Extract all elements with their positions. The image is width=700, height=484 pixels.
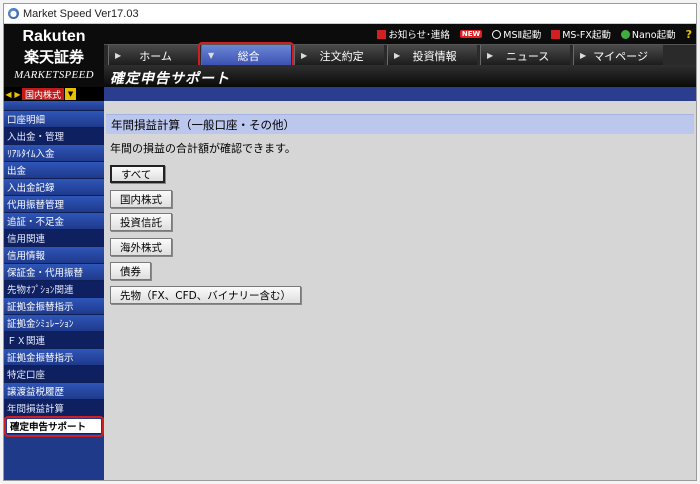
filter-investment-trust-button[interactable]: 投資信託 xyxy=(110,213,172,231)
market-select[interactable]: 国内株式 xyxy=(22,88,65,101)
sidebar-item-futures-margin-transfer[interactable]: 証拠金振替指示 xyxy=(4,298,104,315)
section-header: 年間損益計算（一般口座・その他） xyxy=(106,114,694,134)
ms2-launch-button[interactable]: MSⅡ起動 xyxy=(492,27,541,41)
chevron-right-icon: ▶ xyxy=(487,51,494,60)
notice-icon xyxy=(377,29,387,39)
brand-product-text: MARKETSPEED xyxy=(14,69,94,81)
main-content: 年間損益計算（一般口座・その他） 年間の損益の合計額が確認できます。 すべて 国… xyxy=(104,101,696,480)
tab-investment-info[interactable]: ▶ 投資情報 xyxy=(387,45,477,66)
sidebar-item-partial xyxy=(4,101,104,111)
sidebar-item-realtime-deposit[interactable]: ﾘｱﾙﾀｲﾑ入金 xyxy=(4,145,104,162)
sidebar-item-credit-info[interactable]: 信用情報 xyxy=(4,247,104,264)
tab-news[interactable]: ▶ ニュース xyxy=(480,45,570,66)
chevron-right-icon: ▶ xyxy=(301,51,308,60)
filter-all-button[interactable]: すべて xyxy=(110,165,165,183)
sidebar-item-capital-gains-history[interactable]: 譲渡益税履歴 xyxy=(4,383,104,400)
brand-kanji-text: 楽天証券 xyxy=(23,48,84,66)
tab-mypage[interactable]: ▶ マイページ xyxy=(573,45,663,66)
nano-icon xyxy=(620,29,630,39)
chevron-right-icon: ▶ xyxy=(115,51,122,60)
app-window: ● Market Speed Ver17.03 Rakuten 楽天証券 MAR… xyxy=(3,3,697,481)
chevron-down-icon: ▼ xyxy=(208,51,215,60)
filter-bond-button[interactable]: 債券 xyxy=(110,262,151,280)
sidebar-item-tax-return-support[interactable]: 確定申告サポート xyxy=(4,416,104,437)
sidebar-item-margin-call[interactable]: 追証・不足金 xyxy=(4,213,104,230)
tab-sogo[interactable]: ▼ 総合 xyxy=(198,42,294,69)
section-description: 年間の損益の合計額が確認できます。 xyxy=(110,142,296,155)
chevron-right-icon: ▶ xyxy=(394,51,401,60)
sidebar-header-credit: 信用関連 xyxy=(4,230,104,247)
page-banner: 確定申告サポート xyxy=(104,65,696,87)
sidebar-header-deposit: 入出金・管理 xyxy=(4,128,104,145)
title-bar: ● Market Speed Ver17.03 xyxy=(4,4,696,24)
section-title: 年間損益計算（一般口座・その他） xyxy=(111,117,295,132)
app-icon: ● xyxy=(8,8,19,19)
msfx-launch-button[interactable]: MS-FX起動 xyxy=(551,27,611,41)
chevron-down-icon[interactable]: ▼ xyxy=(65,88,77,100)
page-title: 確定申告サポート xyxy=(110,71,230,87)
notice-link[interactable]: お知らせ･連絡 xyxy=(377,27,450,41)
market-prev-button[interactable]: ◀ xyxy=(4,87,13,101)
new-badge: NEW xyxy=(459,30,483,38)
sidebar-item-account-details[interactable]: 口座明細 xyxy=(4,111,104,128)
msfx-icon xyxy=(551,29,561,39)
sidebar-header-futures: 先物ｵﾌﾟｼｮﾝ関連 xyxy=(4,281,104,298)
market-selector: ◀ ▶ 国内株式 ▼ xyxy=(4,87,104,101)
filter-foreign-stock-button[interactable]: 海外株式 xyxy=(110,238,172,256)
brand-logo: Rakuten 楽天証券 MARKETSPEED xyxy=(4,24,104,87)
chevron-right-icon: ▶ xyxy=(580,51,587,60)
brand-rakuten-text: Rakuten xyxy=(22,28,86,45)
tab-home[interactable]: ▶ ホーム xyxy=(108,45,198,66)
tab-orders[interactable]: ▶ 注文約定 xyxy=(294,45,384,66)
market-next-button[interactable]: ▶ xyxy=(13,87,22,101)
sidebar: 口座明細 入出金・管理 ﾘｱﾙﾀｲﾑ入金 出金 入出金記録 代用振替管理 追証・… xyxy=(4,101,104,480)
sidebar-header-specific-account: 特定口座 xyxy=(4,366,104,383)
sidebar-item-deposit-history[interactable]: 入出金記録 xyxy=(4,179,104,196)
sidebar-bottom xyxy=(4,474,104,480)
sidebar-item-guarantee-transfer[interactable]: 保証金・代用振替 xyxy=(4,264,104,281)
sidebar-item-margin-simulation[interactable]: 証拠金ｼﾐｭﾚｰｼｮﾝ xyxy=(4,315,104,332)
ms2-icon xyxy=(492,29,502,39)
filter-futures-button[interactable]: 先物（FX、CFD、バイナリー含む） xyxy=(110,286,301,304)
help-icon[interactable]: ? xyxy=(686,28,692,41)
sidebar-item-withdraw[interactable]: 出金 xyxy=(4,162,104,179)
sidebar-item-substitute-transfer[interactable]: 代用振替管理 xyxy=(4,196,104,213)
top-toolbar: お知らせ･連絡 NEW MSⅡ起動 MS-FX起動 Nano起動 ? xyxy=(104,24,696,44)
sidebar-header-fx: ＦＸ関連 xyxy=(4,332,104,349)
nano-launch-button[interactable]: Nano起動 xyxy=(620,27,676,41)
sidebar-header-annual-pl: 年間損益計算 xyxy=(4,400,104,417)
window-title: Market Speed Ver17.03 xyxy=(23,7,139,20)
sub-header-strip xyxy=(104,87,696,101)
filter-domestic-stock-button[interactable]: 国内株式 xyxy=(110,190,172,208)
sidebar-item-fx-margin-transfer[interactable]: 証拠金振替指示 xyxy=(4,349,104,366)
main-nav: ▶ ホーム ▼ 総合 ▶ 注文約定 ▶ 投資情報 ▶ ニュース ▶ マイページ xyxy=(104,42,696,69)
